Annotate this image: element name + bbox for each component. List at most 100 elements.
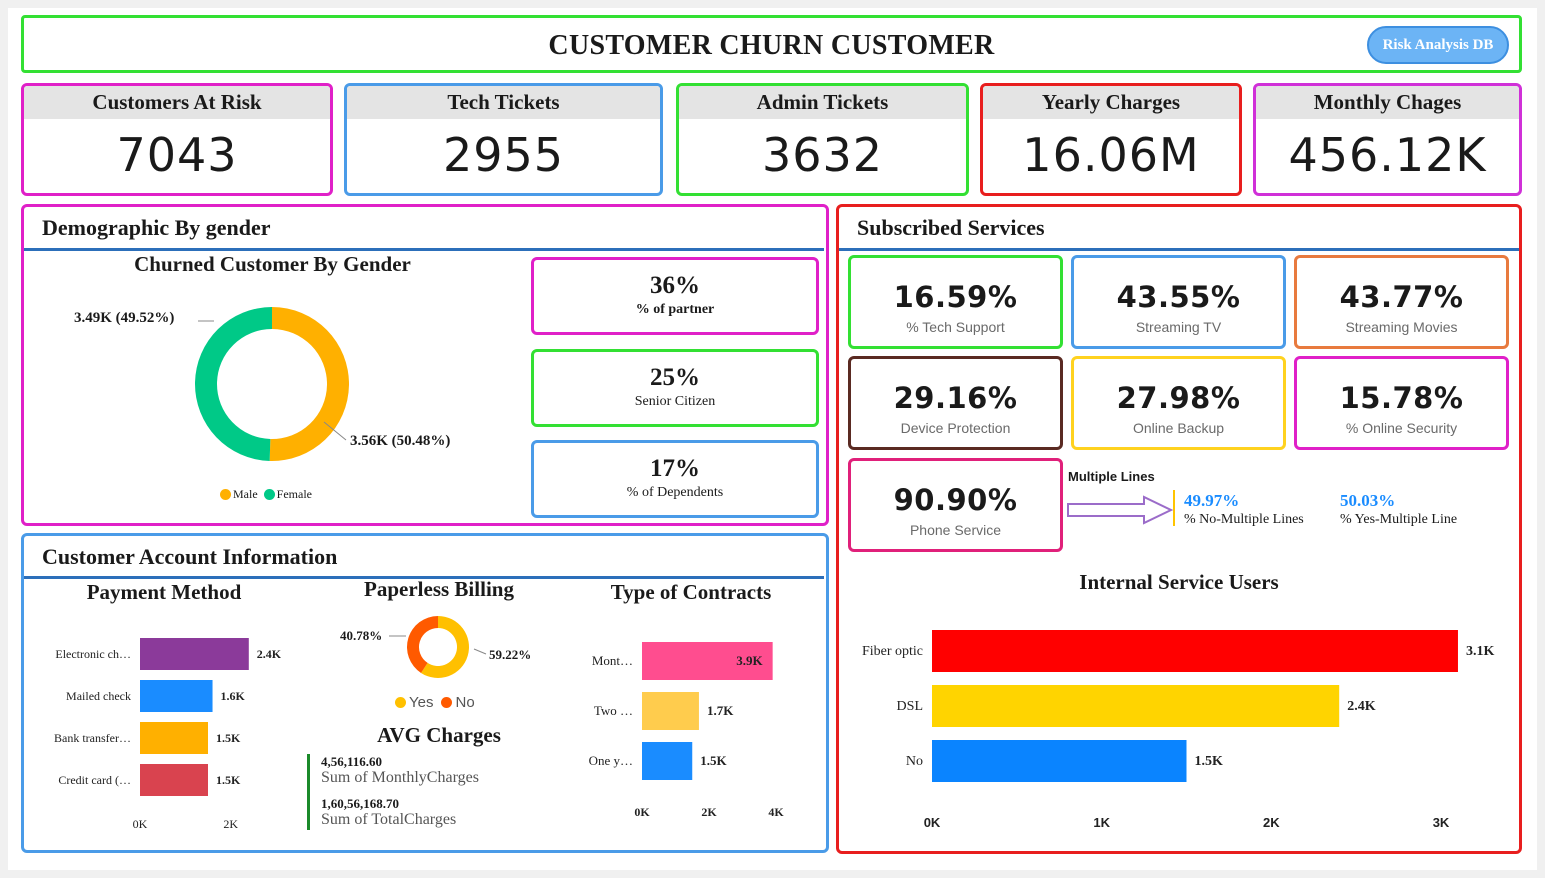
stat-value: 36% [650,272,700,299]
bar[interactable] [140,764,208,796]
kpi-tech-tickets: Tech Tickets 2955 [344,83,663,196]
data-label: 1.6K [221,689,246,703]
service-value: 27.98% [1116,381,1241,415]
legend-label-no: No [455,694,475,711]
paperless-legend: Yes No [395,694,475,711]
data-label: 1.5K [216,773,241,787]
service-online-security: 15.78% % Online Security [1294,356,1509,450]
stat-value: 25% [650,364,700,391]
paperless-leaders [389,635,487,655]
tick-label: 0K [634,805,650,819]
kpi-monthly-charges: Monthly Chages 456.12K [1253,83,1522,196]
data-label: 1.7K [707,703,734,718]
category-label: Fiber optic [862,644,923,659]
service-label: Streaming Movies [1345,319,1458,335]
risk-analysis-button[interactable]: Risk Analysis DB [1367,26,1509,64]
header-bar: CUSTOMER CHURN CUSTOMER Risk Analysis DB [21,15,1522,73]
bar[interactable] [140,722,208,754]
bar[interactable] [140,638,249,670]
service-tech-support: 16.59% % Tech Support [848,255,1063,349]
stat-label: % of partner [635,302,715,317]
avg-monthly-value: 4,56,116.60 [321,754,383,769]
stat-label: Senior Citizen [634,394,716,409]
paperless-chart-title: Paperless Billing [364,577,514,601]
data-label: 2.4K [1347,699,1376,714]
multiple-lines-label: Multiple Lines [1068,469,1155,484]
bar[interactable] [642,742,693,780]
bar[interactable] [932,685,1340,727]
kpi-admin-tickets: Admin Tickets 3632 [676,83,969,196]
no-multiple-lines-value: 49.97% [1184,491,1240,510]
service-streaming-movies: 43.77% Streaming Movies [1294,255,1509,349]
legend-label-male: Male [233,487,258,501]
contracts-chart-title: Type of Contracts [610,580,772,604]
gender-chart-title: Churned Customer By Gender [134,252,411,276]
panel-divider [561,576,824,579]
page-title: CUSTOMER CHURN CUSTOMER [548,30,995,61]
kpi-title: Monthly Chages [1256,86,1519,119]
arrow-right-icon [1067,495,1174,525]
service-label: Phone Service [909,522,1002,538]
female-data-label: 3.49K (49.52%) [74,310,175,326]
gender-slice-female[interactable] [195,307,272,461]
category-label: No [906,754,923,769]
tick-label: 1K [1093,815,1110,830]
tick-label: 3K [1433,815,1450,830]
data-label: 3.9K [736,653,763,668]
bar[interactable] [642,692,699,730]
legend-dot-male [220,489,231,500]
service-online-backup: 27.98% Online Backup [1071,356,1286,450]
category-label: Mailed check [66,689,131,703]
service-value: 29.16% [893,381,1018,415]
kpi-value: 7043 [116,128,238,182]
kpi-title: Tech Tickets [347,86,660,119]
avg-total-label: Sum of TotalCharges [321,811,457,828]
gender-slice-male[interactable] [269,307,350,461]
category-label: DSL [897,699,923,714]
multi-line-divider [1173,490,1175,526]
internet-chart-title: Internal Service Users [1079,570,1279,594]
stat-dependents: 17% % of Dependents [531,440,819,518]
service-value: 90.90% [893,483,1018,517]
stat-senior-citizen: 25% Senior Citizen [531,349,819,427]
yes-multiple-lines-value: 50.03% [1340,491,1396,510]
stat-partner: 36% % of partner [531,257,819,335]
data-label: 1.5K [700,753,727,768]
payment-method-chart: Electronic ch… 2.4K Mailed check 1.6K Bank t… [54,638,282,831]
tick-label: 2K [1263,815,1280,830]
legend-dot-yes [395,697,406,708]
panel-title: Subscribed Services [857,215,1045,240]
service-label: % Online Security [1345,420,1458,436]
service-device-protection: 29.16% Device Protection [848,356,1063,450]
service-label: Device Protection [900,420,1011,436]
kpi-value: 456.12K [1288,128,1487,182]
tick-label: 0K [924,815,941,830]
panel-title: Customer Account Information [42,544,338,569]
category-label: Credit card (… [58,773,131,787]
service-streaming-tv: 43.55% Streaming TV [1071,255,1286,349]
service-phone-service: 90.90% Phone Service [848,458,1063,552]
legend-label-female: Female [276,487,312,501]
service-value: 43.55% [1116,280,1241,314]
bar[interactable] [932,630,1458,672]
no-multiple-lines-label: % No-Multiple Lines [1184,512,1304,527]
data-label: 3.1K [1466,644,1495,659]
kpi-title: Yearly Charges [983,86,1239,119]
tick-label: 2K [223,817,238,831]
bar[interactable] [932,740,1187,782]
yes-multiple-lines-label: % Yes-Multiple Line [1340,512,1458,527]
male-data-label: 3.56K (50.48%) [350,433,451,449]
category-label: Bank transfer… [54,731,131,745]
panel-divider [839,248,1519,251]
kpi-value: 2955 [442,128,565,182]
legend-dot-female [263,489,275,500]
kpi-title: Customers At Risk [24,86,330,119]
kpi-yearly-charges: Yearly Charges 16.06M [980,83,1242,196]
service-value: 15.78% [1339,381,1464,415]
bar[interactable] [140,680,213,712]
avg-charges-title: AVG Charges [377,723,501,747]
panel-title: Demographic By gender [42,215,271,240]
demographic-panel: Demographic By gender Churned Customer B… [21,204,829,526]
data-label: 1.5K [1195,754,1224,769]
stat-label: % of Dependents [626,485,724,500]
